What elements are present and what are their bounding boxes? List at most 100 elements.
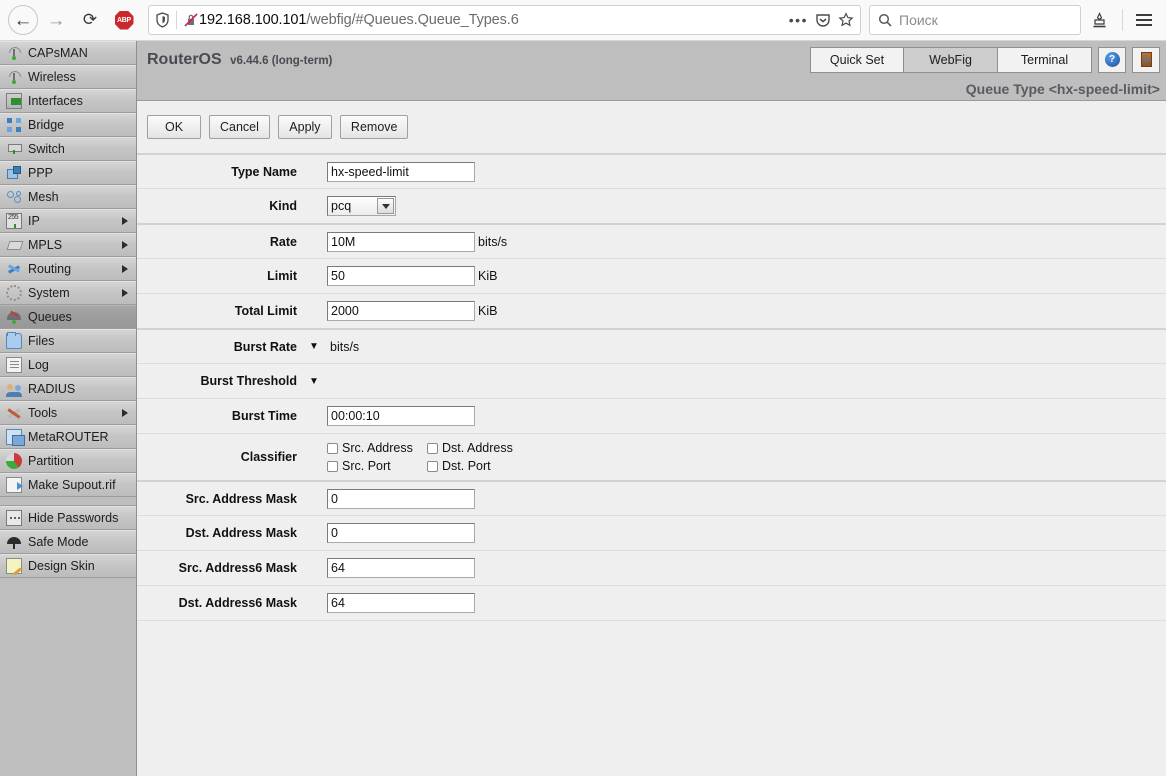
chevron-down-icon[interactable] bbox=[377, 198, 394, 214]
dst-address6-mask-input[interactable]: 64 bbox=[327, 593, 475, 613]
sidebar-item-wireless[interactable]: Wireless bbox=[0, 65, 136, 89]
kind-selected-value: pcq bbox=[331, 199, 352, 213]
chevron-right-icon[interactable] bbox=[122, 409, 128, 417]
sidebar-item-make-supout-rif[interactable]: Make Supout.rif bbox=[0, 473, 136, 497]
address-bar[interactable]: 192.168.100.101/webfig/#Queues.Queue_Typ… bbox=[148, 5, 861, 35]
sidebar-item-label: PPP bbox=[28, 166, 54, 180]
row-burst-threshold: Burst Threshold ▼ bbox=[137, 363, 1166, 398]
classifier-options: Src. Address Dst. Address Src. Port Dst.… bbox=[327, 434, 513, 480]
chevron-right-icon[interactable] bbox=[122, 241, 128, 249]
label-dst-address6-mask: Dst. Address6 Mask bbox=[178, 596, 297, 610]
sidebar-item-metarouter[interactable]: MetaROUTER bbox=[0, 425, 136, 449]
cancel-button[interactable]: Cancel bbox=[209, 115, 270, 139]
sidebar-item-label: MetaROUTER bbox=[28, 430, 109, 444]
sidebar-item-routing[interactable]: Routing bbox=[0, 257, 136, 281]
shield-icon bbox=[156, 12, 169, 28]
search-input[interactable]: Поиск bbox=[869, 5, 1081, 35]
ok-button[interactable]: OK bbox=[147, 115, 201, 139]
pocket-icon[interactable] bbox=[815, 12, 831, 28]
back-button[interactable]: ← bbox=[8, 5, 38, 35]
help-button[interactable]: ? bbox=[1098, 46, 1126, 73]
icon-detail bbox=[16, 191, 21, 196]
sidebar-item-mesh[interactable]: Mesh bbox=[0, 185, 136, 209]
sidebar-item-ip[interactable]: 255 IP bbox=[0, 209, 136, 233]
sidebar-item-queues[interactable]: Queues bbox=[0, 305, 136, 329]
star-icon[interactable] bbox=[838, 12, 854, 28]
sidebar-item-files[interactable]: Files bbox=[0, 329, 136, 353]
tools-icon bbox=[6, 405, 22, 421]
url-divider bbox=[176, 11, 177, 29]
main-panel: RouterOS v6.44.6 (long-term) Quick Set W… bbox=[137, 41, 1166, 776]
chevron-right-icon[interactable] bbox=[122, 265, 128, 273]
sidebar-item-radius[interactable]: RADIUS bbox=[0, 377, 136, 401]
sidebar-item-system[interactable]: System bbox=[0, 281, 136, 305]
supout-icon bbox=[6, 477, 23, 493]
sidebar-item-capsman[interactable]: CAPsMAN bbox=[0, 41, 136, 65]
checkbox-icon[interactable] bbox=[327, 460, 338, 472]
tab-webfig[interactable]: WebFig bbox=[904, 46, 998, 73]
sidebar-item-partition[interactable]: Partition bbox=[0, 449, 136, 473]
sidebar-item-bridge[interactable]: Bridge bbox=[0, 113, 136, 137]
chevron-right-icon[interactable] bbox=[122, 217, 128, 225]
src-address-mask-input[interactable]: 0 bbox=[327, 488, 475, 509]
form-button-row: OK Cancel Apply Remove bbox=[137, 101, 1166, 153]
kind-select[interactable]: pcq bbox=[327, 196, 396, 216]
remove-button[interactable]: Remove bbox=[339, 115, 409, 139]
sidebar-item-design-skin[interactable]: Design Skin bbox=[0, 554, 136, 578]
sidebar-item-label: Wireless bbox=[28, 70, 76, 84]
burst-time-input[interactable]: 00:00:10 bbox=[327, 406, 475, 426]
mesh-icon bbox=[6, 189, 22, 205]
apply-button[interactable]: Apply bbox=[277, 115, 332, 139]
adblock-button[interactable]: ABP bbox=[108, 4, 140, 36]
routeros-app: CAPsMAN Wireless Interfaces Bridge Switch PPP… bbox=[0, 41, 1166, 776]
classifier-src-address[interactable]: Src. Address bbox=[327, 441, 427, 455]
sidebar-item-tools[interactable]: Tools bbox=[0, 401, 136, 425]
rate-input[interactable]: 10M bbox=[327, 231, 475, 252]
tab-terminal[interactable]: Terminal bbox=[998, 46, 1092, 73]
checkbox-icon[interactable] bbox=[427, 442, 438, 454]
mode-tabs: Quick Set WebFig Terminal ? bbox=[810, 46, 1160, 73]
dst-address-mask-input[interactable]: 0 bbox=[327, 523, 475, 543]
src-address6-mask-input[interactable]: 64 bbox=[327, 558, 475, 578]
burst-threshold-expand-icon[interactable]: ▼ bbox=[307, 376, 321, 387]
row-src-address-mask: Src. Address Mask 0 bbox=[137, 480, 1166, 515]
chevron-right-icon[interactable] bbox=[122, 289, 128, 297]
total-limit-input[interactable]: 2000 bbox=[327, 301, 475, 321]
label-burst-threshold: Burst Threshold bbox=[200, 374, 297, 388]
row-burst-rate: Burst Rate ▼ bits/s bbox=[137, 328, 1166, 363]
ellipsis-icon[interactable]: ••• bbox=[789, 12, 808, 28]
classifier-dst-port[interactable]: Dst. Port bbox=[427, 459, 491, 473]
classifier-src-port[interactable]: Src. Port bbox=[327, 459, 427, 473]
interfaces-icon bbox=[6, 93, 22, 109]
sidebar-item-mpls[interactable]: MPLS bbox=[0, 233, 136, 257]
label-kind: Kind bbox=[269, 199, 297, 213]
row-src-address6-mask: Src. Address6 Mask 64 bbox=[137, 550, 1166, 585]
label-src-address6-mask: Src. Address6 Mask bbox=[178, 561, 297, 575]
logout-button[interactable] bbox=[1132, 46, 1160, 73]
adblock-icon: ABP bbox=[114, 10, 134, 30]
sidebar-item-safe-mode[interactable]: Safe Mode bbox=[0, 530, 136, 554]
reload-button[interactable]: ⟳ bbox=[74, 4, 106, 36]
row-dst-address-mask: Dst. Address Mask 0 bbox=[137, 515, 1166, 550]
tab-quick-set[interactable]: Quick Set bbox=[810, 46, 904, 73]
brand-name: RouterOS bbox=[147, 50, 222, 68]
classifier-dst-address[interactable]: Dst. Address bbox=[427, 441, 513, 455]
hamburger-menu-icon[interactable] bbox=[1130, 7, 1158, 33]
capsman-icon bbox=[6, 45, 22, 61]
forward-button[interactable]: → bbox=[40, 4, 72, 36]
limit-input[interactable]: 50 bbox=[327, 266, 475, 286]
sidebar-item-ppp[interactable]: PPP bbox=[0, 161, 136, 185]
sidebar-item-hide-passwords[interactable]: Hide Passwords bbox=[0, 506, 136, 530]
type-name-input[interactable]: hx-speed-limit bbox=[327, 161, 475, 182]
sidebar-item-label: Tools bbox=[28, 406, 58, 420]
library-button[interactable] bbox=[1083, 4, 1115, 36]
back-arrow-icon: ← bbox=[13, 9, 33, 31]
sidebar-item-interfaces[interactable]: Interfaces bbox=[0, 89, 136, 113]
checkbox-icon[interactable] bbox=[427, 460, 438, 472]
sidebar-item-switch[interactable]: Switch bbox=[0, 137, 136, 161]
row-kind: Kind pcq bbox=[137, 188, 1166, 223]
sidebar-item-log[interactable]: Log bbox=[0, 353, 136, 377]
label-limit: Limit bbox=[267, 269, 297, 283]
checkbox-icon[interactable] bbox=[327, 442, 338, 454]
burst-rate-expand-icon[interactable]: ▼ bbox=[307, 341, 321, 352]
